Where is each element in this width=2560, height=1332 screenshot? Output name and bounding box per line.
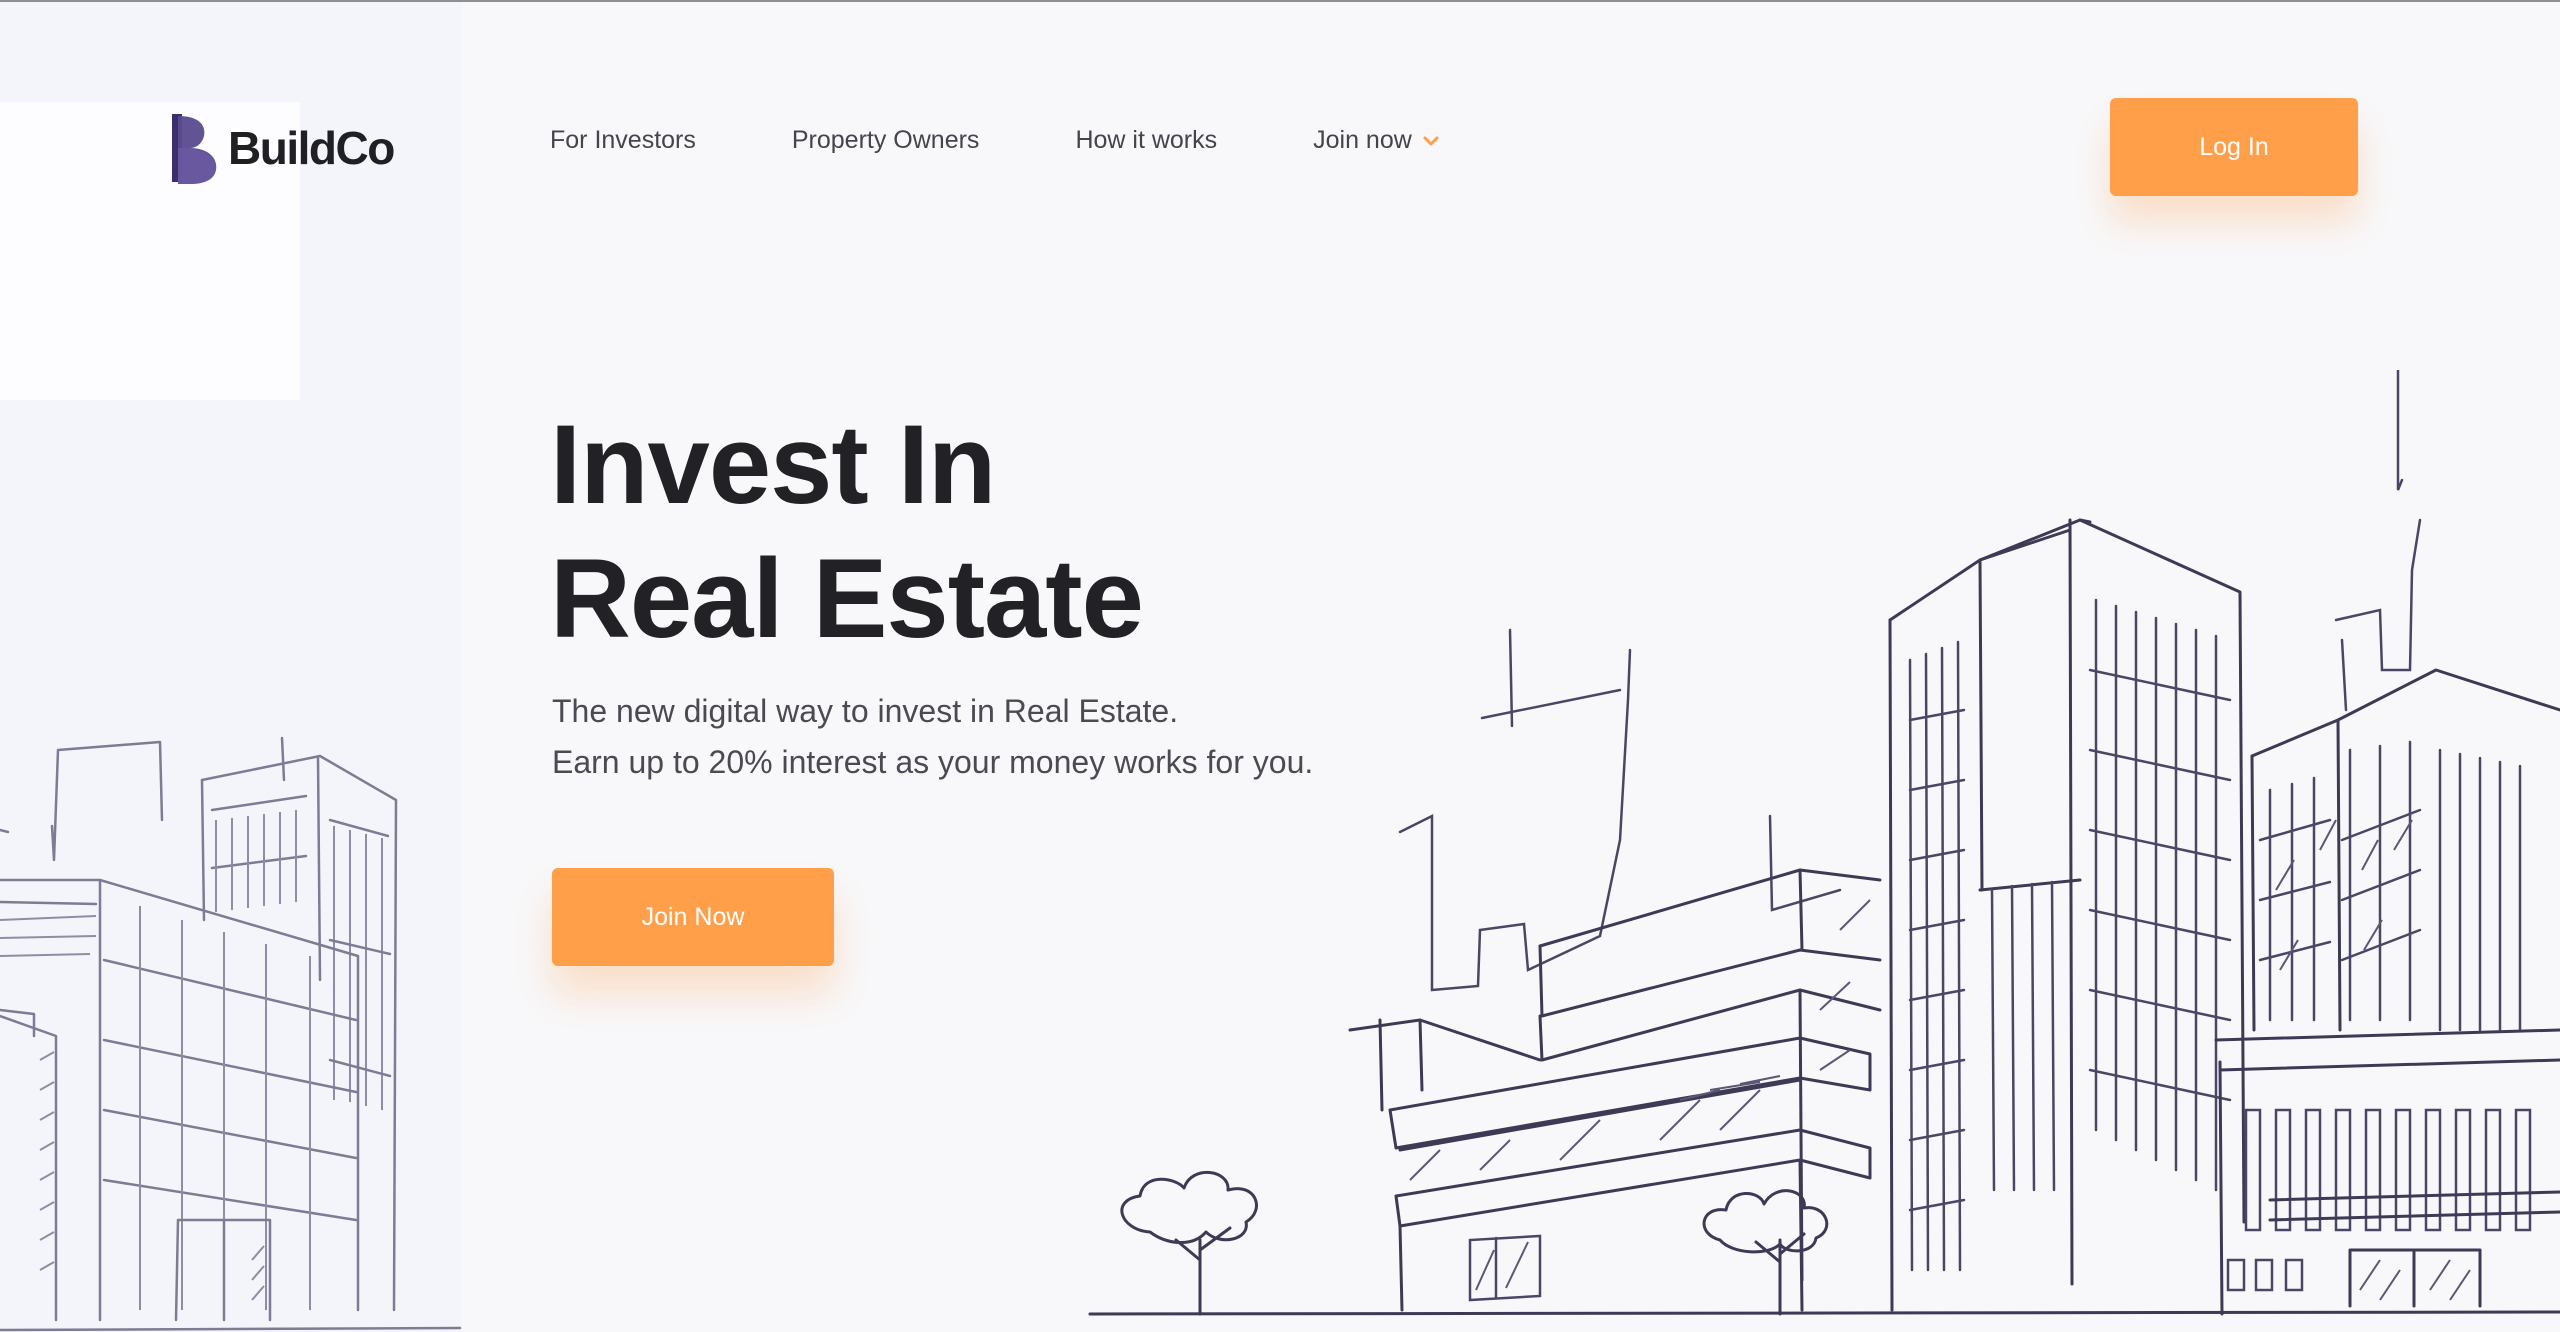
nav-join-now-dropdown[interactable]: Join now xyxy=(1313,126,1440,155)
nav-for-investors-label: For Investors xyxy=(550,126,696,154)
nav-join-now-label: Join now xyxy=(1313,126,1412,154)
join-now-button[interactable]: Join Now xyxy=(552,868,834,966)
hero-title-line-1: Invest In xyxy=(550,402,996,527)
main-nav: For Investors Property Owners How it wor… xyxy=(550,126,1440,155)
nav-property-owners-label: Property Owners xyxy=(791,126,980,154)
nav-property-owners[interactable]: Property Owners xyxy=(792,126,980,155)
buildings-illustration-left xyxy=(0,736,462,1332)
hero-subtitle: The new digital way to invest in Real Es… xyxy=(552,686,1313,788)
nav-for-investors[interactable]: For Investors xyxy=(550,126,696,155)
hero-subtitle-line-2: Earn up to 20% interest as your money wo… xyxy=(552,744,1314,780)
brand-name: BuildCo xyxy=(228,122,395,174)
hero-title-line-2: Real Estate xyxy=(550,536,1144,661)
page: BuildCo For Investors Property Owners Ho… xyxy=(0,0,2560,1332)
buildings-illustration-right xyxy=(1088,370,2560,1316)
buildco-logo[interactable]: BuildCo xyxy=(168,110,395,186)
hero-title: Invest In Real Estate xyxy=(550,398,1151,666)
hero-title-line-2-wrapper: Real Estate xyxy=(550,532,1151,666)
b-logo-icon xyxy=(172,114,217,184)
chevron-down-icon xyxy=(1423,136,1439,145)
nav-how-it-works-label: How it works xyxy=(1075,126,1218,154)
log-in-button[interactable]: Log In xyxy=(2110,98,2358,196)
nav-how-it-works[interactable]: How it works xyxy=(1075,126,1217,155)
hero-subtitle-line-1: The new digital way to invest in Real Es… xyxy=(552,693,1179,729)
hero-title-highlight: Real Estate xyxy=(550,532,1151,666)
